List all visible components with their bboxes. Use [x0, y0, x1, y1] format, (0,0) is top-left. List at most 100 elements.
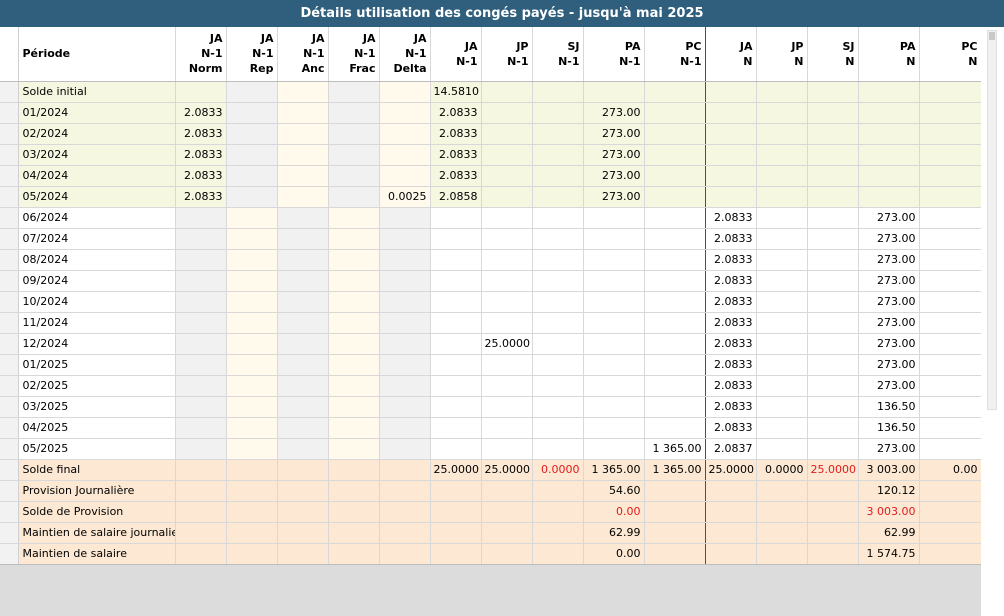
row-label[interactable]: 12/2024 [18, 333, 176, 355]
cell-jp-n1[interactable]: 25.0000 [481, 333, 533, 355]
cell-pc-n1[interactable] [644, 501, 706, 523]
cell-pa-n1[interactable]: 0.00 [583, 543, 645, 564]
cell-pa-n1[interactable] [583, 375, 645, 397]
cell-pc-n[interactable] [919, 81, 981, 103]
column-header-pc-n[interactable]: PC N [919, 27, 981, 82]
row-selector[interactable] [0, 459, 19, 481]
row-selector[interactable] [0, 354, 19, 376]
cell-pa-n1[interactable] [583, 312, 645, 334]
row-label[interactable]: 10/2024 [18, 291, 176, 313]
cell-jp-n[interactable] [756, 165, 808, 187]
cell-pa-n[interactable] [858, 102, 920, 124]
cell-ja-n1-delta[interactable] [379, 396, 431, 418]
cell-ja-n1-anc[interactable] [277, 522, 329, 544]
cell-jp-n[interactable] [756, 333, 808, 355]
cell-ja-n1[interactable] [430, 354, 482, 376]
cell-ja-n1-rep[interactable] [226, 228, 278, 250]
cell-jp-n1[interactable] [481, 249, 533, 271]
vertical-scrollbar[interactable] [987, 30, 997, 410]
cell-pa-n1[interactable] [583, 81, 645, 103]
cell-sj-n[interactable]: 25.0000 [807, 459, 859, 481]
row-label[interactable]: Solde final [18, 459, 176, 481]
cell-ja-n1[interactable] [430, 312, 482, 334]
cell-ja-n1-anc[interactable] [277, 207, 329, 229]
table-row[interactable]: Maintien de salaire journalier 62.99 62.99 [0, 522, 981, 544]
cell-pa-n[interactable]: 3 003.00 [858, 501, 920, 523]
row-label[interactable]: 01/2025 [18, 354, 176, 376]
row-selector[interactable] [0, 375, 19, 397]
table-row[interactable]: 09/2024 2.0833 273.00 [0, 270, 981, 292]
cell-sj-n1[interactable]: 0.0000 [532, 459, 584, 481]
cell-ja-n1-frac[interactable] [328, 501, 380, 523]
cell-pa-n1[interactable]: 54.60 [583, 480, 645, 502]
cell-jp-n[interactable] [756, 375, 808, 397]
cell-pa-n1[interactable]: 1 365.00 [583, 459, 645, 481]
cell-jp-n[interactable] [756, 270, 808, 292]
cell-ja-n[interactable] [705, 543, 757, 564]
cell-pa-n1[interactable] [583, 417, 645, 439]
cell-jp-n1[interactable] [481, 270, 533, 292]
cell-jp-n[interactable] [756, 81, 808, 103]
cell-ja-n[interactable] [705, 165, 757, 187]
cell-ja-n1-delta[interactable] [379, 270, 431, 292]
cell-sj-n1[interactable] [532, 249, 584, 271]
cell-ja-n1-frac[interactable] [328, 396, 380, 418]
table-row[interactable]: 02/2025 2.0833 273.00 [0, 375, 981, 397]
cell-ja-n1-frac[interactable] [328, 270, 380, 292]
cell-ja-n1-norm[interactable] [175, 228, 227, 250]
cell-jp-n1[interactable] [481, 501, 533, 523]
cell-ja-n1-norm[interactable] [175, 81, 227, 103]
cell-sj-n1[interactable] [532, 417, 584, 439]
row-label[interactable]: 04/2024 [18, 165, 176, 187]
cell-ja-n1-norm[interactable]: 2.0833 [175, 123, 227, 145]
cell-ja-n[interactable] [705, 102, 757, 124]
row-selector[interactable] [0, 417, 19, 439]
cell-ja-n1-anc[interactable] [277, 333, 329, 355]
cell-pa-n[interactable]: 3 003.00 [858, 459, 920, 481]
table-row[interactable]: 01/2024 2.0833 2.0833 273.00 [0, 102, 981, 124]
cell-sj-n[interactable] [807, 543, 859, 564]
row-selector[interactable] [0, 207, 19, 229]
cell-ja-n1[interactable] [430, 228, 482, 250]
row-selector[interactable] [0, 186, 19, 208]
row-selector[interactable] [0, 438, 19, 460]
cell-jp-n[interactable] [756, 102, 808, 124]
cell-pc-n1[interactable] [644, 480, 706, 502]
cell-pc-n1[interactable] [644, 123, 706, 145]
row-label[interactable]: 05/2025 [18, 438, 176, 460]
cell-ja-n1-norm[interactable]: 2.0833 [175, 102, 227, 124]
cell-pa-n[interactable] [858, 81, 920, 103]
cell-ja-n1-rep[interactable] [226, 438, 278, 460]
cell-sj-n[interactable] [807, 207, 859, 229]
table-row[interactable]: Solde de Provision 0.00 3 003.00 [0, 501, 981, 523]
cell-jp-n1[interactable]: 25.0000 [481, 459, 533, 481]
cell-ja-n1-rep[interactable] [226, 249, 278, 271]
cell-ja-n1-anc[interactable] [277, 165, 329, 187]
cell-pa-n[interactable]: 136.50 [858, 417, 920, 439]
cell-pc-n[interactable] [919, 102, 981, 124]
cell-sj-n1[interactable] [532, 123, 584, 145]
cell-ja-n1-norm[interactable] [175, 375, 227, 397]
cell-ja-n1-rep[interactable] [226, 291, 278, 313]
cell-sj-n[interactable] [807, 438, 859, 460]
cell-jp-n[interactable] [756, 417, 808, 439]
cell-pc-n[interactable] [919, 417, 981, 439]
row-label[interactable]: Solde initial [18, 81, 176, 103]
cell-pc-n[interactable] [919, 375, 981, 397]
cell-ja-n1-frac[interactable] [328, 375, 380, 397]
cell-ja-n1-delta[interactable] [379, 228, 431, 250]
cell-ja-n1-rep[interactable] [226, 333, 278, 355]
cell-pa-n1[interactable]: 273.00 [583, 123, 645, 145]
cell-pc-n[interactable] [919, 480, 981, 502]
table-row[interactable]: 12/2024 25.0000 2.0833 273.00 [0, 333, 981, 355]
cell-pc-n[interactable] [919, 312, 981, 334]
cell-ja-n1-anc[interactable] [277, 81, 329, 103]
cell-pc-n[interactable] [919, 144, 981, 166]
cell-jp-n1[interactable] [481, 144, 533, 166]
cell-ja-n1-norm[interactable] [175, 501, 227, 523]
cell-ja-n1-frac[interactable] [328, 459, 380, 481]
cell-ja-n[interactable]: 2.0833 [705, 291, 757, 313]
cell-ja-n1-frac[interactable] [328, 144, 380, 166]
cell-pc-n1[interactable] [644, 186, 706, 208]
cell-ja-n1-delta[interactable] [379, 249, 431, 271]
